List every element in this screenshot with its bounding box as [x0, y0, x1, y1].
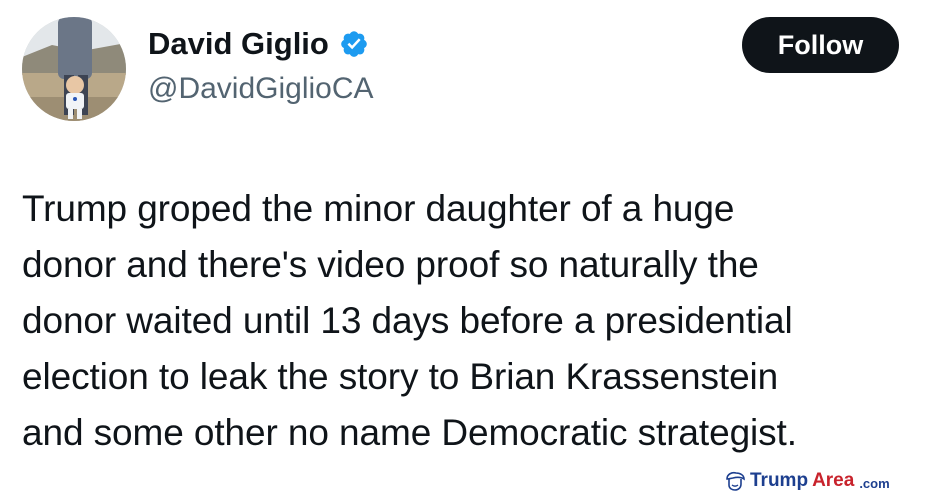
avatar[interactable] [22, 17, 126, 121]
display-name[interactable]: David Giglio [148, 24, 329, 64]
user-handle[interactable]: @DavidGiglioCA [148, 69, 374, 109]
watermark-com: .com [859, 475, 890, 491]
profile-name-row: David Giglio [148, 24, 369, 64]
tweet-line: and some other no name Democratic strate… [22, 412, 797, 453]
tweet-line: donor and there's video proof so natural… [22, 244, 759, 285]
trump-hair-logo-icon [724, 470, 746, 492]
tweet-line: election to leak the story to Brian Kras… [22, 356, 779, 397]
follow-button[interactable]: Follow [742, 17, 899, 73]
tweet-line: Trump groped the minor daughter of a hug… [22, 188, 735, 229]
watermark: Trump Area .com [724, 470, 890, 492]
tweet-text: Trump groped the minor daughter of a hug… [22, 181, 922, 461]
tweet-line: donor waited until 13 days before a pres… [22, 300, 793, 341]
watermark-area: Area [812, 470, 855, 491]
watermark-trump: Trump [750, 470, 809, 491]
verified-badge-icon[interactable] [339, 29, 369, 59]
